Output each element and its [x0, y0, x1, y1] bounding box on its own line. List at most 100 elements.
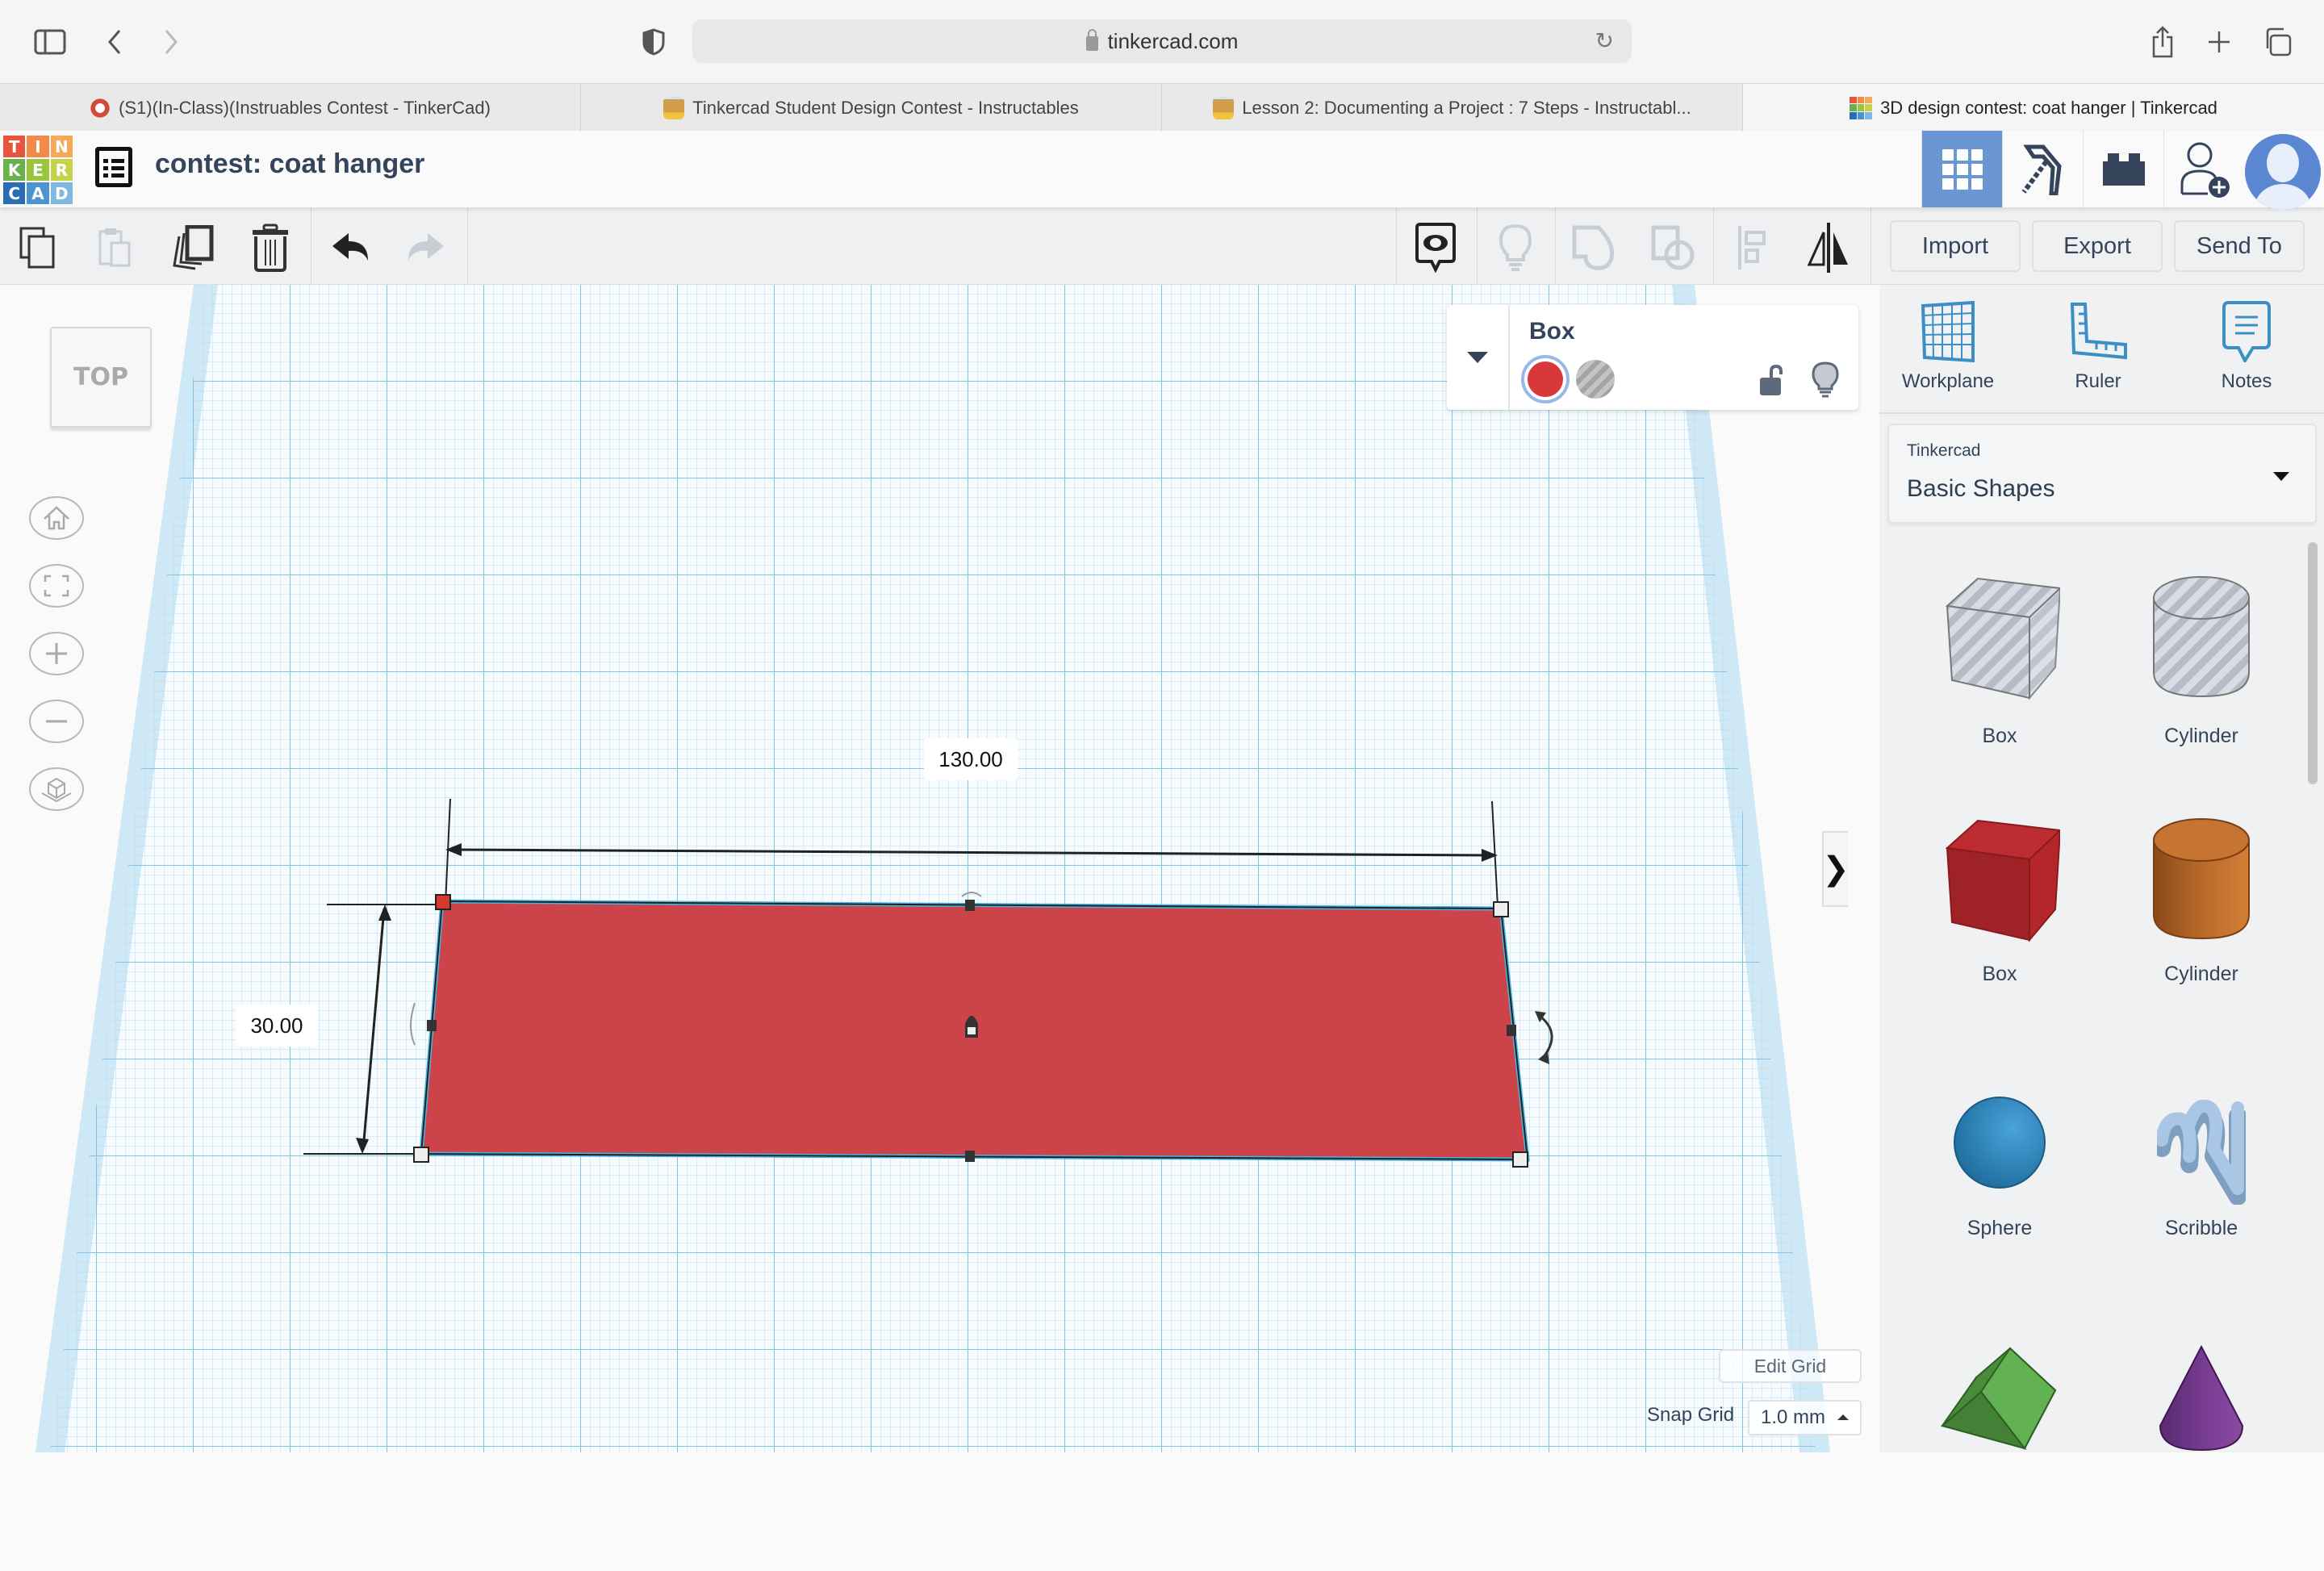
workplane-tool[interactable]: Workplane	[1887, 301, 2008, 393]
codeblocks-button[interactable]	[2002, 131, 2083, 207]
edge-handle	[1507, 1025, 1516, 1036]
copy-icon	[19, 227, 55, 269]
tab-overview-icon[interactable]	[2259, 24, 2295, 60]
scribble-thumbnail	[2157, 1100, 2246, 1205]
reload-icon[interactable]: ↻	[1595, 27, 1614, 54]
shape-cone[interactable]	[2100, 1345, 2302, 1571]
shape-label: Cylinder	[2164, 725, 2238, 747]
tab-lesson-2[interactable]: Lesson 2: Documenting a Project : 7 Step…	[1162, 84, 1743, 132]
send-to-button[interactable]: Send To	[2174, 220, 2305, 272]
depth-dimension-input[interactable]: 30.00	[236, 1005, 318, 1047]
edit-toolbar: Import Export Send To	[0, 207, 2324, 285]
solid-color-button[interactable]	[1521, 355, 1570, 403]
undo-button[interactable]	[327, 224, 375, 272]
privacy-shield-icon[interactable]	[636, 24, 671, 60]
shape-roof[interactable]	[1899, 1345, 2100, 1571]
toolbar-divider	[1477, 207, 1478, 285]
shapes-scrollbar[interactable]	[2308, 542, 2318, 784]
group-icon	[1572, 225, 1615, 270]
bricks-button[interactable]	[2083, 131, 2163, 207]
forward-icon[interactable]	[153, 24, 189, 60]
delete-button[interactable]	[246, 224, 295, 272]
ungroup-button[interactable]	[1649, 224, 1697, 272]
shape-scribble[interactable]: Scribble	[2100, 1100, 2302, 1326]
user-avatar[interactable]	[2245, 134, 2321, 210]
shape-library-dropdown[interactable]: Tinkercad Basic Shapes	[1887, 424, 2317, 524]
paste-button[interactable]	[90, 224, 139, 272]
notes-icon	[2222, 301, 2271, 362]
group-button[interactable]	[1570, 224, 1618, 272]
trash-icon	[253, 224, 288, 272]
width-dimension-input[interactable]: 130.00	[924, 738, 1018, 780]
cone-thumbnail	[2159, 1345, 2244, 1452]
workplane-icon	[1921, 301, 1975, 362]
3d-design-view-button[interactable]	[1921, 131, 2002, 207]
chevron-right-icon: ❯	[1822, 851, 1850, 887]
new-tab-icon[interactable]	[2201, 24, 2237, 60]
export-button[interactable]: Export	[2032, 220, 2163, 272]
corner-handle	[1493, 901, 1509, 917]
depth-dimension-line	[362, 908, 386, 1151]
tab-instructables-contest[interactable]: Tinkercad Student Design Contest - Instr…	[581, 84, 1162, 132]
tinkercad-logo[interactable]: TIN KER CAD	[3, 136, 73, 204]
share-icon[interactable]	[2145, 24, 2180, 60]
hide-button[interactable]	[1491, 224, 1540, 272]
shape-cylinder-hole[interactable]: Cylinder	[2100, 567, 2302, 793]
toolbar-divider	[1870, 207, 1871, 285]
eye-bubble-icon	[1415, 223, 1456, 273]
redo-icon	[408, 233, 444, 261]
snap-grid-select[interactable]: 1.0 mm	[1748, 1400, 1862, 1435]
align-button[interactable]	[1728, 224, 1777, 272]
edit-grid-button[interactable]: Edit Grid	[1719, 1349, 1862, 1383]
shape-label: Box	[1982, 725, 2017, 747]
design-title[interactable]: contest: coat hanger	[155, 148, 424, 180]
design-list-icon[interactable]	[95, 147, 132, 187]
duplicate-button[interactable]	[169, 224, 218, 272]
copy-button[interactable]	[15, 224, 63, 272]
rotate-handle	[961, 892, 982, 897]
tab-title: (S1)(In-Class)(Instruables Contest - Tin…	[119, 97, 491, 118]
address-bar[interactable]: tinkercad.com ↻	[692, 19, 1632, 63]
duplicate-icon	[173, 225, 214, 270]
unlock-icon[interactable]	[1758, 365, 1783, 397]
cylinder-hole-thumbnail	[2153, 576, 2250, 698]
workplane-label: Workplane	[1901, 370, 1995, 392]
ruler-tool[interactable]: Ruler	[2038, 301, 2159, 393]
tab-tinkercad-design[interactable]: 3D design contest: coat hanger | Tinkerc…	[1743, 84, 2324, 132]
redo-button[interactable]	[401, 224, 449, 272]
sidebar-toggle-icon[interactable]	[32, 24, 68, 60]
color-swatch	[1528, 361, 1563, 397]
tab-canvas-contest[interactable]: (S1)(In-Class)(Instruables Contest - Tin…	[0, 84, 581, 132]
paste-icon	[98, 228, 131, 267]
toolbar-divider	[1396, 207, 1397, 285]
divider	[1879, 412, 2324, 414]
import-button[interactable]: Import	[1890, 220, 2021, 272]
inspector-collapse-button[interactable]	[1447, 305, 1510, 410]
browser-toolbar: tinkercad.com ↻	[0, 0, 2324, 83]
shape-sphere[interactable]: Sphere	[1899, 1092, 2100, 1318]
pickaxe-icon	[2021, 144, 2062, 195]
show-notes-button[interactable]	[1411, 223, 1460, 273]
lock-icon	[1085, 29, 1098, 51]
shape-box[interactable]: Box	[1899, 809, 2100, 1035]
back-icon[interactable]	[97, 24, 132, 60]
add-user-icon	[2180, 142, 2230, 198]
lightbulb-icon[interactable]	[1812, 361, 1839, 399]
logo-letter: R	[50, 159, 73, 181]
invite-user-button[interactable]	[2163, 131, 2244, 207]
toolbar-divider	[1555, 207, 1556, 285]
caret-down-icon	[1467, 352, 1488, 363]
tab-title: Lesson 2: Documenting a Project : 7 Step…	[1242, 97, 1691, 118]
collapse-panel-button[interactable]: ❯	[1822, 831, 1850, 907]
canvas-icon	[90, 96, 111, 119]
mirror-button[interactable]	[1804, 223, 1853, 273]
shape-cylinder[interactable]: Cylinder	[2100, 809, 2302, 1035]
ruler-label: Ruler	[2075, 370, 2121, 392]
rotate-handle	[1539, 1014, 1553, 1059]
shape-box-hole[interactable]: Box	[1899, 567, 2100, 793]
notes-tool[interactable]: Notes	[2186, 301, 2307, 393]
3d-viewport[interactable]: TOP 130.00 30.00	[0, 285, 1879, 1452]
hole-button[interactable]	[1576, 360, 1615, 399]
caret-up-icon	[1837, 1414, 1849, 1420]
instructables-robot-icon	[663, 96, 685, 119]
